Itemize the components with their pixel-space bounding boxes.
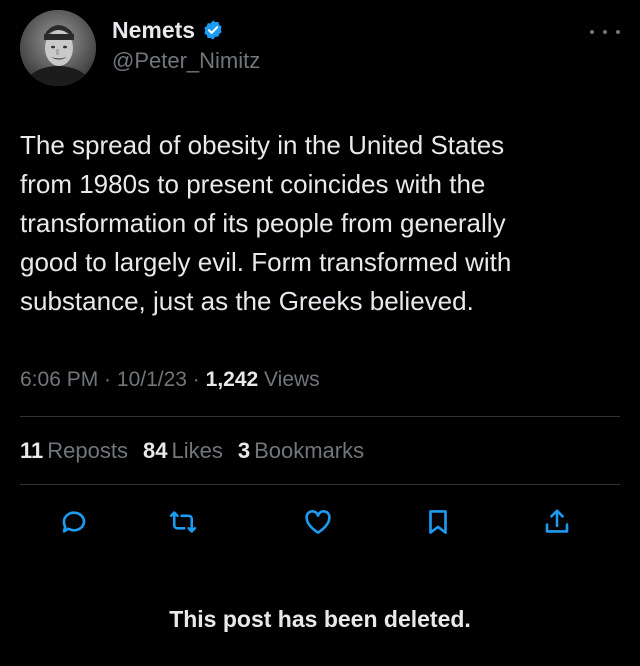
likes-stat[interactable]: 84 Likes xyxy=(143,438,223,464)
more-dot xyxy=(616,30,620,34)
share-icon[interactable] xyxy=(540,505,574,539)
reply-icon[interactable] xyxy=(57,505,91,539)
verified-badge-icon[interactable] xyxy=(202,19,224,41)
display-name[interactable]: Nemets xyxy=(112,17,195,44)
more-options-icon[interactable] xyxy=(590,22,620,42)
reposts-stat[interactable]: 11 Reposts xyxy=(20,438,128,464)
author-handle[interactable]: @Peter_Nimitz xyxy=(112,48,260,74)
views-count[interactable]: 1,242 xyxy=(206,368,259,391)
likes-label: Likes xyxy=(171,438,223,463)
bookmarks-label: Bookmarks xyxy=(254,438,365,463)
bookmarks-stat[interactable]: 3 Bookmarks xyxy=(238,438,364,464)
likes-count: 84 xyxy=(142,438,168,463)
meta-separator: · xyxy=(186,368,206,391)
more-dot xyxy=(603,30,607,34)
like-icon[interactable] xyxy=(301,505,335,539)
meta-separator: · xyxy=(98,368,117,391)
repost-icon[interactable] xyxy=(166,505,200,539)
deleted-notice: This post has been deleted. xyxy=(169,606,471,632)
divider-top xyxy=(20,416,620,417)
action-bar xyxy=(0,505,640,541)
more-dot xyxy=(590,30,594,34)
engagement-stats: 11 Reposts 84 Likes 3 Bookmarks xyxy=(20,438,364,464)
display-name-row: Nemets xyxy=(112,14,260,46)
author-info: Nemets @Peter_Nimitz xyxy=(112,14,260,74)
tweet-date[interactable]: 10/1/23 xyxy=(117,368,187,391)
views-label: Views xyxy=(264,368,320,391)
tweet-text: The spread of obesity in the United Stat… xyxy=(20,130,512,316)
reposts-count: 11 xyxy=(20,438,44,463)
avatar[interactable] xyxy=(20,10,96,86)
tweet-time[interactable]: 6:06 PM xyxy=(20,368,98,391)
bookmarks-count: 3 xyxy=(237,438,251,463)
reposts-label: Reposts xyxy=(47,438,128,463)
bookmark-icon[interactable] xyxy=(421,505,455,539)
divider-bottom xyxy=(20,484,620,485)
post-header: Nemets @Peter_Nimitz xyxy=(20,10,620,86)
tweet-meta: 6:06 PM · 10/1/23 · 1,242 Views xyxy=(20,368,320,392)
avatar-image xyxy=(20,10,96,86)
